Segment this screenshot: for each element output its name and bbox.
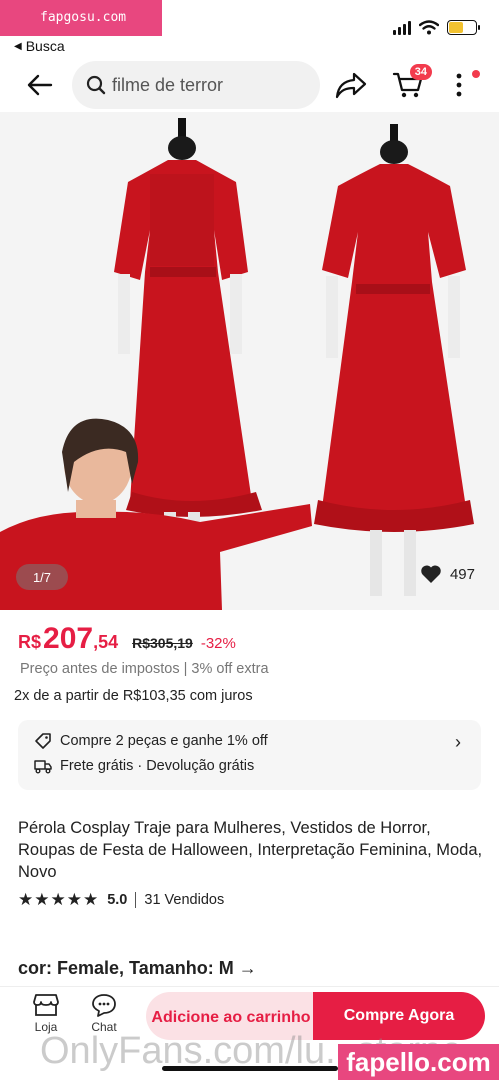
cart-button[interactable]: 34 bbox=[388, 64, 432, 104]
back-button[interactable] bbox=[22, 70, 58, 100]
tax-note: Preço antes de impostos | 3% off extra bbox=[20, 661, 269, 677]
promo-discount-text: Compre 2 peças e ganhe 1% off bbox=[60, 733, 268, 749]
promo-shipping-text: Frete grátis · Devolução grátis bbox=[60, 758, 255, 774]
wifi-icon bbox=[419, 20, 439, 35]
promo-card[interactable]: Compre 2 peças e ganhe 1% off Frete grát… bbox=[18, 720, 481, 790]
home-indicator bbox=[162, 1066, 338, 1071]
favorite-button[interactable]: 497 bbox=[420, 564, 475, 584]
share-button[interactable] bbox=[334, 69, 368, 101]
arrow-left-icon bbox=[27, 74, 53, 96]
installment-info[interactable]: 2x de a partir de R$103,35 com juros bbox=[14, 688, 253, 704]
variant-selector[interactable]: cor: Female, Tamanho: M → bbox=[18, 958, 257, 979]
battery-icon bbox=[447, 20, 480, 35]
price-cents: ,54 bbox=[93, 632, 119, 652]
rating-value: 5.0 bbox=[107, 892, 128, 908]
truck-icon bbox=[34, 760, 52, 774]
more-options-button[interactable] bbox=[448, 70, 480, 100]
store-icon bbox=[33, 994, 59, 1016]
chat-button[interactable]: Chat bbox=[82, 993, 126, 1034]
price-currency: R$ bbox=[18, 632, 42, 652]
promo-discount-row: Compre 2 peças e ganhe 1% off bbox=[34, 732, 268, 750]
search-input[interactable] bbox=[112, 74, 302, 96]
more-vertical-icon bbox=[456, 73, 462, 97]
back-app-label: Busca bbox=[25, 38, 65, 54]
product-image-gallery[interactable]: 1/7 497 bbox=[0, 112, 499, 610]
watermark-fapello: fapello.com bbox=[338, 1044, 499, 1080]
sold-count: 31 Vendidos bbox=[144, 892, 225, 908]
divider bbox=[135, 892, 137, 908]
signal-icon bbox=[393, 20, 411, 35]
likes-count: 497 bbox=[449, 565, 475, 583]
search-icon bbox=[86, 75, 106, 95]
triangle-left-icon: ◀ bbox=[14, 40, 22, 52]
tag-icon bbox=[35, 733, 51, 749]
rating-stars-icon: ★★★★★ bbox=[18, 890, 100, 909]
image-counter: 1/7 bbox=[16, 564, 68, 590]
share-icon bbox=[335, 72, 367, 99]
back-to-app-link[interactable]: ◀ Busca bbox=[14, 38, 65, 54]
original-price: R$305,19 bbox=[132, 635, 193, 651]
product-title: Pérola Cosplay Traje para Mulheres, Vest… bbox=[18, 819, 483, 881]
heart-icon bbox=[421, 565, 441, 583]
discount-badge: -32% bbox=[200, 635, 236, 652]
store-button[interactable]: Loja bbox=[24, 993, 68, 1034]
search-box[interactable] bbox=[72, 61, 320, 109]
status-icons bbox=[393, 20, 480, 35]
chevron-right-icon: › bbox=[455, 732, 461, 752]
rating-row[interactable]: ★★★★★ 5.0 31 Vendidos bbox=[18, 890, 224, 910]
notification-dot bbox=[472, 70, 480, 78]
watermark-top: fapgosu.com bbox=[0, 0, 162, 36]
cart-count-badge: 34 bbox=[409, 64, 432, 80]
top-nav: 34 bbox=[0, 58, 499, 112]
chat-icon bbox=[92, 994, 116, 1017]
promo-shipping-row: Frete grátis · Devolução grátis bbox=[34, 758, 254, 774]
price-block: R$ 207 ,54 R$305,19 -32% bbox=[18, 622, 236, 656]
price-integer: 207 bbox=[43, 622, 94, 655]
product-image bbox=[0, 112, 499, 610]
